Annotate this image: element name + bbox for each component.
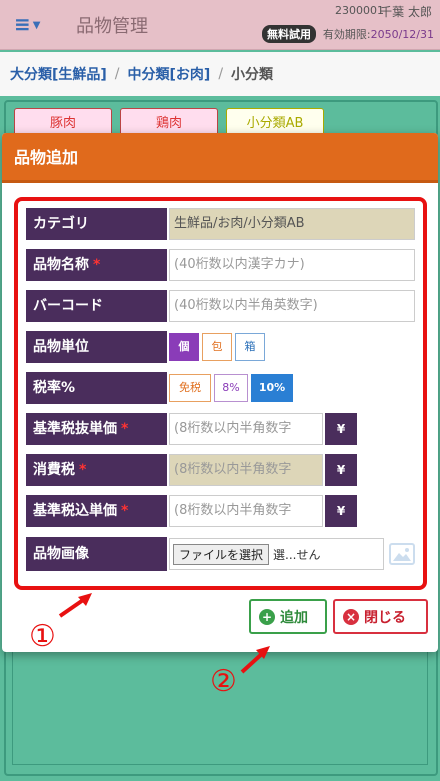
close-button[interactable]: × 閉じる [333,599,428,634]
user-name: 千葉 太郎 [380,5,432,19]
form-highlight-box: カテゴリ 生鮮品/お肉/小分類AB 品物名称 * (40桁数以内漢字カナ) バーコ… [14,197,427,590]
base-price-row: 基準税抜単価 * (8桁数以内半角数字 ¥ [26,413,415,445]
image-label: 品物画像 [26,537,167,571]
category-row: カテゴリ 生鮮品/お肉/小分類AB [26,208,415,240]
breadcrumb-separator: / [114,66,120,82]
breadcrumb-minor: 小分類 [231,67,274,83]
add-button-label: 追加 [280,609,308,626]
tax-row: 税率% 免税 8% 10% [26,372,415,404]
expiry-label: 有効期限: [322,28,371,41]
menu-button[interactable]: ≡ ▼ [14,12,40,36]
annotation-2: ② [210,664,237,699]
annotation-1: ① [29,619,56,654]
trial-badge: 無料試用 [262,25,316,43]
category-label: カテゴリ [26,208,167,240]
modal-title: 品物追加 [2,133,438,183]
tax-option-10[interactable]: 10% [251,374,293,402]
tax-option-exempt[interactable]: 免税 [169,374,211,402]
breadcrumb-major[interactable]: 大分類[生鮮品] [10,64,107,84]
taxed-price-input[interactable]: (8桁数以内半角数字 [169,495,323,527]
file-input[interactable]: ファイルを選択 選...せん [169,538,384,570]
hamburger-icon: ≡ [14,12,31,36]
breadcrumb-separator: / [218,66,224,82]
name-input[interactable]: (40桁数以内漢字カナ) [169,249,415,281]
add-button[interactable]: + 追加 [249,599,327,634]
barcode-input[interactable]: (40桁数以内半角英数字) [169,290,415,322]
name-row: 品物名称 * (40桁数以内漢字カナ) [26,249,415,281]
taxed-price-row: 基準税込単価 * (8桁数以内半角数字 ¥ [26,495,415,527]
file-status: 選...せん [273,547,321,562]
breadcrumb: 大分類[生鮮品] / 中分類[お肉] / 小分類 [0,52,440,96]
base-price-label: 基準税抜単価 * [26,413,167,445]
add-item-modal: 品物追加 カテゴリ 生鮮品/お肉/小分類AB 品物名称 * (40桁数以内漢字カナ… [2,133,438,652]
app-title: 品物管理 [76,16,148,37]
yen-icon: ¥ [325,454,357,486]
expiry-info: 有効期限:2050/12/31 [323,26,434,42]
category-value: 生鮮品/お肉/小分類AB [169,208,415,240]
consumption-tax-label: 消費税 * [26,454,167,486]
image-row: 品物画像 ファイルを選択 選...せん [26,537,415,571]
unit-label: 品物単位 [26,331,167,363]
barcode-row: バーコード (40桁数以内半角英数字) [26,290,415,322]
file-select-button[interactable]: ファイルを選択 [173,543,270,565]
caret-down-icon: ▼ [32,19,41,31]
name-label: 品物名称 * [26,249,167,281]
barcode-label: バーコード [26,290,167,322]
unit-option-piece[interactable]: 個 [169,333,199,361]
unit-option-box[interactable]: 箱 [235,333,265,361]
user-id: 2300001 [335,4,384,17]
plus-circle-icon: + [259,608,275,625]
unit-option-pack[interactable]: 包 [202,333,232,361]
image-placeholder-icon [389,543,415,565]
base-price-input[interactable]: (8桁数以内半角数字 [169,413,323,445]
app-header: ≡ ▼ 品物管理 2300001 千葉 太郎 無料試用 有効期限:2050/12/… [0,0,440,50]
expiry-date: 2050/12/31 [370,28,434,41]
yen-icon: ¥ [325,413,357,445]
unit-row: 品物単位 個 包 箱 [26,331,415,363]
consumption-tax-input: (8桁数以内半角数字 [169,454,323,486]
close-button-label: 閉じる [364,609,406,626]
yen-icon: ¥ [325,495,357,527]
tax-label: 税率% [26,372,167,404]
consumption-tax-row: 消費税 * (8桁数以内半角数字 ¥ [26,454,415,486]
taxed-price-label: 基準税込単価 * [26,495,167,527]
breadcrumb-middle[interactable]: 中分類[お肉] [128,64,211,84]
times-circle-icon: × [343,608,359,625]
tax-option-8[interactable]: 8% [214,374,248,402]
